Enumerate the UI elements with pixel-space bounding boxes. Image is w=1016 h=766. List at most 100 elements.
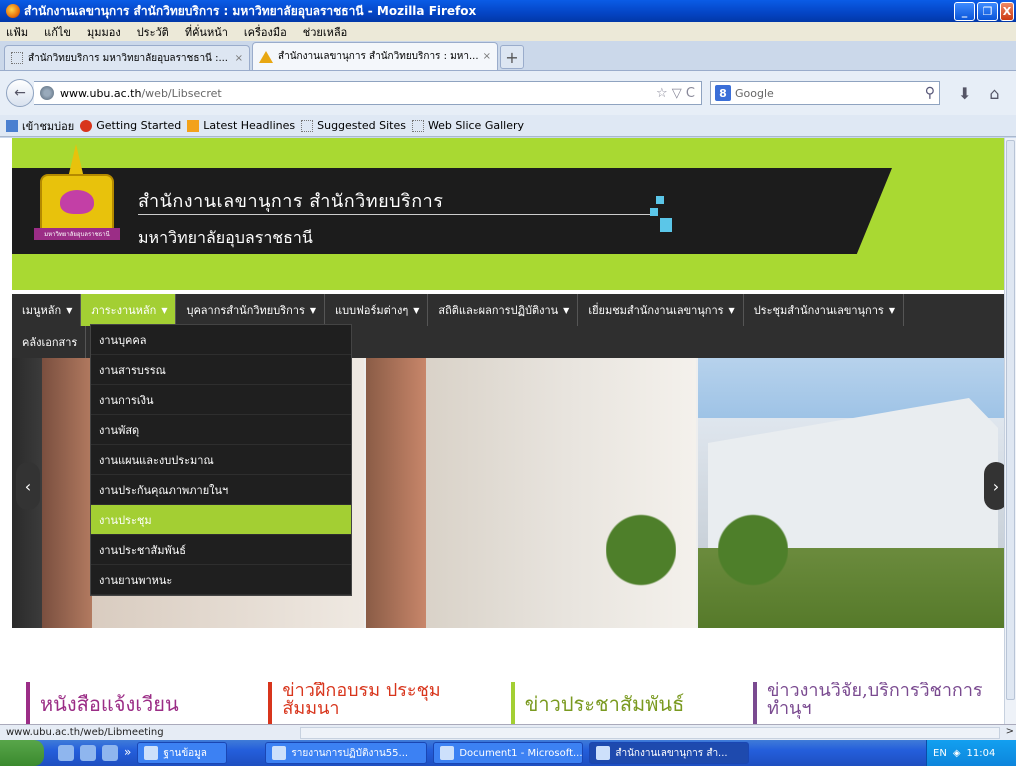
nav-label: ภาระงานหลัก (91, 304, 157, 317)
word-icon (272, 746, 287, 760)
nav-personnel[interactable]: บุคลากรสำนักวิทยบริการ ▼ (176, 294, 326, 326)
lotus-icon (60, 190, 94, 214)
windows-taskbar: » ฐานข้อมูล รายงานการปฏิบัติงาน55... Doc… (0, 740, 1016, 766)
menu-tools[interactable]: เครื่องมือ (244, 23, 287, 41)
vertical-scrollbar[interactable] (1004, 138, 1016, 724)
nav-label: คลังเอกสาร (22, 336, 78, 349)
window-titlebar: สำนักงานเลขานุการ สำนักวิทยบริการ : มหาว… (0, 0, 1016, 22)
title-divider (138, 214, 650, 215)
nav-forms[interactable]: แบบฟอร์มต่างๆ ▼ (325, 294, 429, 326)
close-button[interactable]: X (1000, 2, 1014, 21)
menu-help[interactable]: ช่วยเหลือ (303, 23, 347, 41)
chevron-down-icon: ▼ (563, 305, 570, 315)
dropdown-item-meeting[interactable]: งานประชุม (91, 505, 351, 535)
task-label: Document1 - Microsoft... (459, 747, 583, 759)
language-indicator[interactable]: EN (933, 748, 947, 759)
section-training-news[interactable]: ข่าวฝึกอบรม ประชุม สัมมนา (268, 682, 472, 724)
chevron-down-icon: ▼ (728, 305, 735, 315)
url-action-icons[interactable]: ☆ ▽ C (656, 86, 695, 101)
slide-photo-building-3 (698, 358, 1004, 628)
dropdown-item[interactable]: งานสารบรรณ (91, 355, 351, 385)
bookmark-label: Getting Started (96, 119, 182, 132)
bookmark-latest-headlines[interactable]: Latest Headlines (187, 119, 295, 132)
nav-statistics[interactable]: สถิติและผลการปฏิบัติงาน ▼ (428, 294, 579, 326)
dropdown-item[interactable]: งานยานพาหนะ (91, 565, 351, 595)
home-icon[interactable]: ⌂ (989, 84, 999, 103)
new-tab-button[interactable]: + (500, 45, 524, 69)
bookmark-web-slice-gallery[interactable]: Web Slice Gallery (411, 119, 524, 132)
slider-prev-button[interactable]: ‹ (16, 462, 40, 510)
tree-shape (718, 508, 788, 628)
tab-close-icon[interactable]: × (483, 51, 491, 62)
task-label: ฐานข้อมูล (163, 747, 207, 759)
scroll-right-icon[interactable]: > (1006, 726, 1014, 737)
tab-library-services[interactable]: สำนักวิทยบริการ มหาวิทยาลัยอุบลราชธานี :… (4, 45, 250, 70)
tab-secretary-office[interactable]: สำนักงานเลขานุการ สำนักวิทยบริการ : มหา.… (252, 42, 498, 70)
dropdown-item[interactable]: งานการเงิน (91, 385, 351, 415)
section-circular-letters[interactable]: หนังสือแจ้งเวียน (26, 682, 230, 724)
bookmark-label: เข้าชมบ่อย (22, 119, 75, 133)
status-url: www.ubu.ac.th/web/Libmeeting (6, 727, 164, 738)
bookmark-getting-started[interactable]: Getting Started (80, 119, 181, 132)
decor-square (660, 218, 672, 232)
nav-visit[interactable]: เยี่ยมชมสำนักงานเลขานุการ ▼ (578, 294, 744, 326)
menu-history[interactable]: ประวัติ (137, 23, 169, 41)
back-button[interactable]: ← (6, 79, 34, 107)
nav-documents[interactable]: คลังเอกสาร (12, 326, 87, 358)
bookmark-suggested-sites[interactable]: Suggested Sites (301, 119, 406, 132)
nav-label: บุคลากรสำนักวิทยบริการ (186, 304, 305, 317)
slider-next-button[interactable]: › (984, 462, 1004, 510)
task-report[interactable]: รายงานการปฏิบัติงาน55... (265, 742, 428, 764)
bookmark-label: Web Slice Gallery (427, 119, 524, 132)
dropdown-main-duties: งานบุคคล งานสารบรรณ งานการเงิน งานพัสดุ … (90, 324, 352, 596)
scrollbar-thumb[interactable] (1006, 140, 1015, 700)
download-icon[interactable]: ⬇ (958, 84, 971, 103)
nav-label: ประชุมสำนักงานเลขานุการ (753, 304, 884, 317)
dropdown-item[interactable]: งานประกันคุณภาพภายในฯ (91, 475, 351, 505)
web-page: มหาวิทยาลัยอุบลราชธานี สำนักงานเลขานุการ… (12, 138, 1004, 724)
menu-edit[interactable]: แก้ไข (44, 23, 71, 41)
messenger-icon[interactable] (102, 745, 118, 761)
logo-spire (68, 144, 84, 178)
minimize-button[interactable]: _ (954, 2, 975, 21)
dropdown-item[interactable]: งานประชาสัมพันธ์ (91, 535, 351, 565)
network-icon[interactable]: ◈ (953, 748, 961, 759)
chevron-down-icon: ▼ (888, 305, 895, 315)
logo-ribbon: มหาวิทยาลัยอุบลราชธานี (34, 228, 120, 240)
bookmark-most-visited[interactable]: เข้าชมบ่อย (6, 117, 74, 135)
task-document1[interactable]: Document1 - Microsoft... (433, 742, 584, 764)
menu-file[interactable]: แฟ้ม (6, 23, 28, 41)
nav-meetings[interactable]: ประชุมสำนักงานเลขานุการ ▼ (744, 294, 904, 326)
task-database[interactable]: ฐานข้อมูล (137, 742, 228, 764)
section-pr-news[interactable]: ข่าวประชาสัมพันธ์ (510, 682, 715, 724)
search-engine-icon[interactable]: 8 (715, 85, 731, 101)
maximize-button[interactable]: ❐ (977, 2, 998, 21)
nav-main-duties[interactable]: ภาระงานหลัก ▼ (81, 294, 177, 326)
firefox-icon (6, 4, 20, 18)
more-icon[interactable]: » (124, 745, 131, 761)
nav-home[interactable]: เมนูหลัก ▼ (12, 294, 82, 326)
start-button[interactable] (0, 740, 44, 766)
show-desktop-icon[interactable] (58, 745, 74, 761)
task-label: รายงานการปฏิบัติงาน55... (291, 747, 409, 759)
search-icon[interactable]: ⚲ (925, 85, 935, 101)
url-path: /web/Libsecret (141, 86, 222, 100)
status-bar: www.ubu.ac.th/web/Libmeeting > (0, 724, 1016, 740)
tab-label: สำนักงานเลขานุการ สำนักวิทยบริการ : มหา.… (278, 51, 478, 62)
dropdown-item[interactable]: งานพัสดุ (91, 415, 351, 445)
menu-bookmarks[interactable]: ที่คั่นหน้า (185, 23, 228, 41)
nav-label: เมนูหลัก (22, 304, 62, 317)
word-icon (440, 746, 455, 760)
section-research-news[interactable]: ข่าวงานวิจัย,บริการวิชาการ ทำนุฯ (753, 682, 1006, 724)
university-logo[interactable]: มหาวิทยาลัยอุบลราชธานี (30, 144, 122, 246)
dropdown-item[interactable]: งานบุคคล (91, 325, 351, 355)
ie-icon[interactable] (80, 745, 96, 761)
menu-view[interactable]: มุมมอง (87, 23, 121, 41)
search-input[interactable]: 8 Google ⚲ (710, 81, 940, 105)
nav-label: เยี่ยมชมสำนักงานเลขานุการ (588, 304, 724, 317)
dropdown-item[interactable]: งานแผนและงบประมาณ (91, 445, 351, 475)
task-firefox[interactable]: สำนักงานเลขานุการ สำ... (589, 742, 750, 764)
horizontal-scrollbar[interactable] (300, 727, 1000, 739)
tab-close-icon[interactable]: × (235, 53, 243, 64)
url-bar[interactable]: www.ubu.ac.th/web/Libsecret ☆ ▽ C (34, 81, 702, 105)
